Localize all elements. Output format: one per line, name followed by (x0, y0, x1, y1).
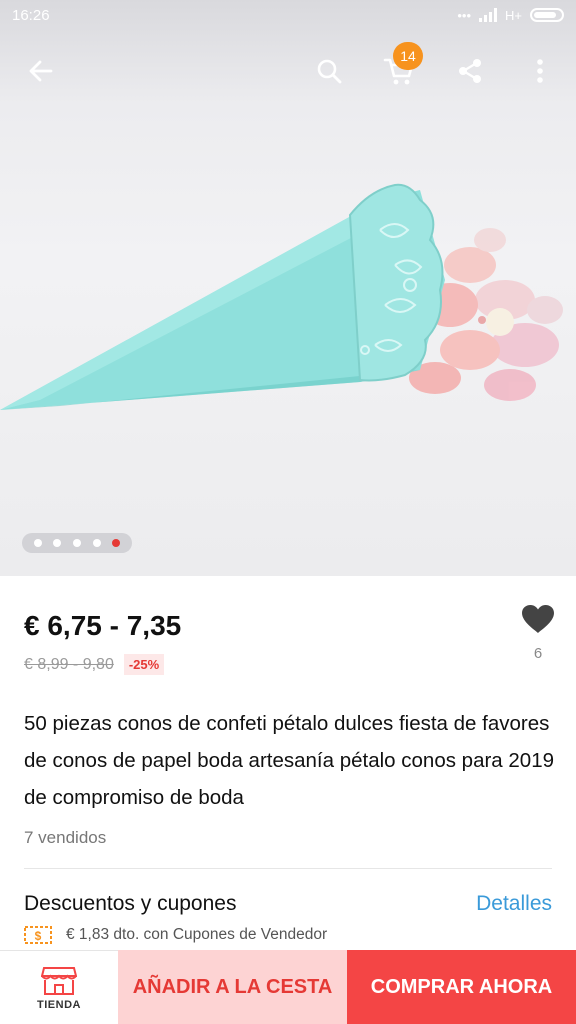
pager-dot[interactable] (53, 539, 62, 547)
product-image-gallery[interactable]: 16:26 ••• H+ 14 (0, 0, 576, 576)
buy-now-button[interactable]: COMPRAR AHORA (347, 950, 576, 1024)
status-time: 16:26 (12, 6, 50, 24)
coupons-heading: Descuentos y cupones (24, 892, 237, 915)
cart-count-badge: 14 (393, 42, 423, 70)
more-vertical-icon (537, 59, 543, 83)
original-price-row: € 8,99 - 9,80 -25% (24, 654, 165, 675)
product-price: € 6,75 - 7,35 (24, 610, 182, 641)
share-icon (459, 59, 481, 83)
store-button[interactable]: TIENDA (0, 950, 118, 1024)
battery-icon (530, 8, 564, 22)
more-options-button[interactable] (513, 44, 567, 98)
lace-edge (348, 183, 444, 382)
status-bar: 16:26 ••• H+ (0, 0, 576, 30)
status-icons: ••• H+ (457, 8, 564, 23)
search-button[interactable] (302, 44, 356, 98)
pager-dot-active[interactable] (112, 539, 121, 547)
divider (24, 868, 552, 869)
original-price: € 8,99 - 9,80 (24, 655, 114, 673)
dots-icon: ••• (457, 7, 472, 23)
gallery-pager[interactable] (22, 533, 132, 553)
signal-icon (479, 8, 498, 22)
coupon-text: € 1,83 dto. con Cupones de Vendedor (66, 926, 328, 943)
sold-count: 7 vendidos (24, 828, 107, 847)
pager-dot[interactable] (33, 539, 42, 547)
discount-badge: -25% (123, 654, 165, 675)
svg-text:$: $ (35, 929, 42, 943)
search-icon (317, 59, 342, 84)
share-button[interactable] (443, 44, 497, 98)
product-title: 50 piezas conos de confeti pétalo dulces… (24, 712, 554, 809)
store-icon (41, 966, 77, 995)
coupon-row[interactable]: $ € 1,83 dto. con Cupones de Vendedor (24, 926, 327, 944)
coupon-details-link[interactable]: Detalles (476, 892, 552, 916)
pager-dot[interactable] (92, 539, 101, 547)
network-type: H+ (505, 7, 522, 23)
back-button[interactable] (14, 44, 68, 98)
coupon-icon: $ (24, 926, 52, 944)
add-to-cart-button[interactable]: AÑADIR A LA CESTA (118, 950, 347, 1024)
pager-dot[interactable] (72, 539, 81, 547)
store-label: TIENDA (37, 998, 81, 1011)
heart-icon (522, 605, 554, 633)
wishlist-count: 6 (533, 645, 543, 662)
wishlist-button[interactable]: 6 (516, 604, 560, 662)
arrow-left-icon (29, 60, 53, 82)
top-action-bar (0, 44, 576, 98)
bottom-action-bar: TIENDA AÑADIR A LA CESTA COMPRAR AHORA (0, 950, 576, 1024)
